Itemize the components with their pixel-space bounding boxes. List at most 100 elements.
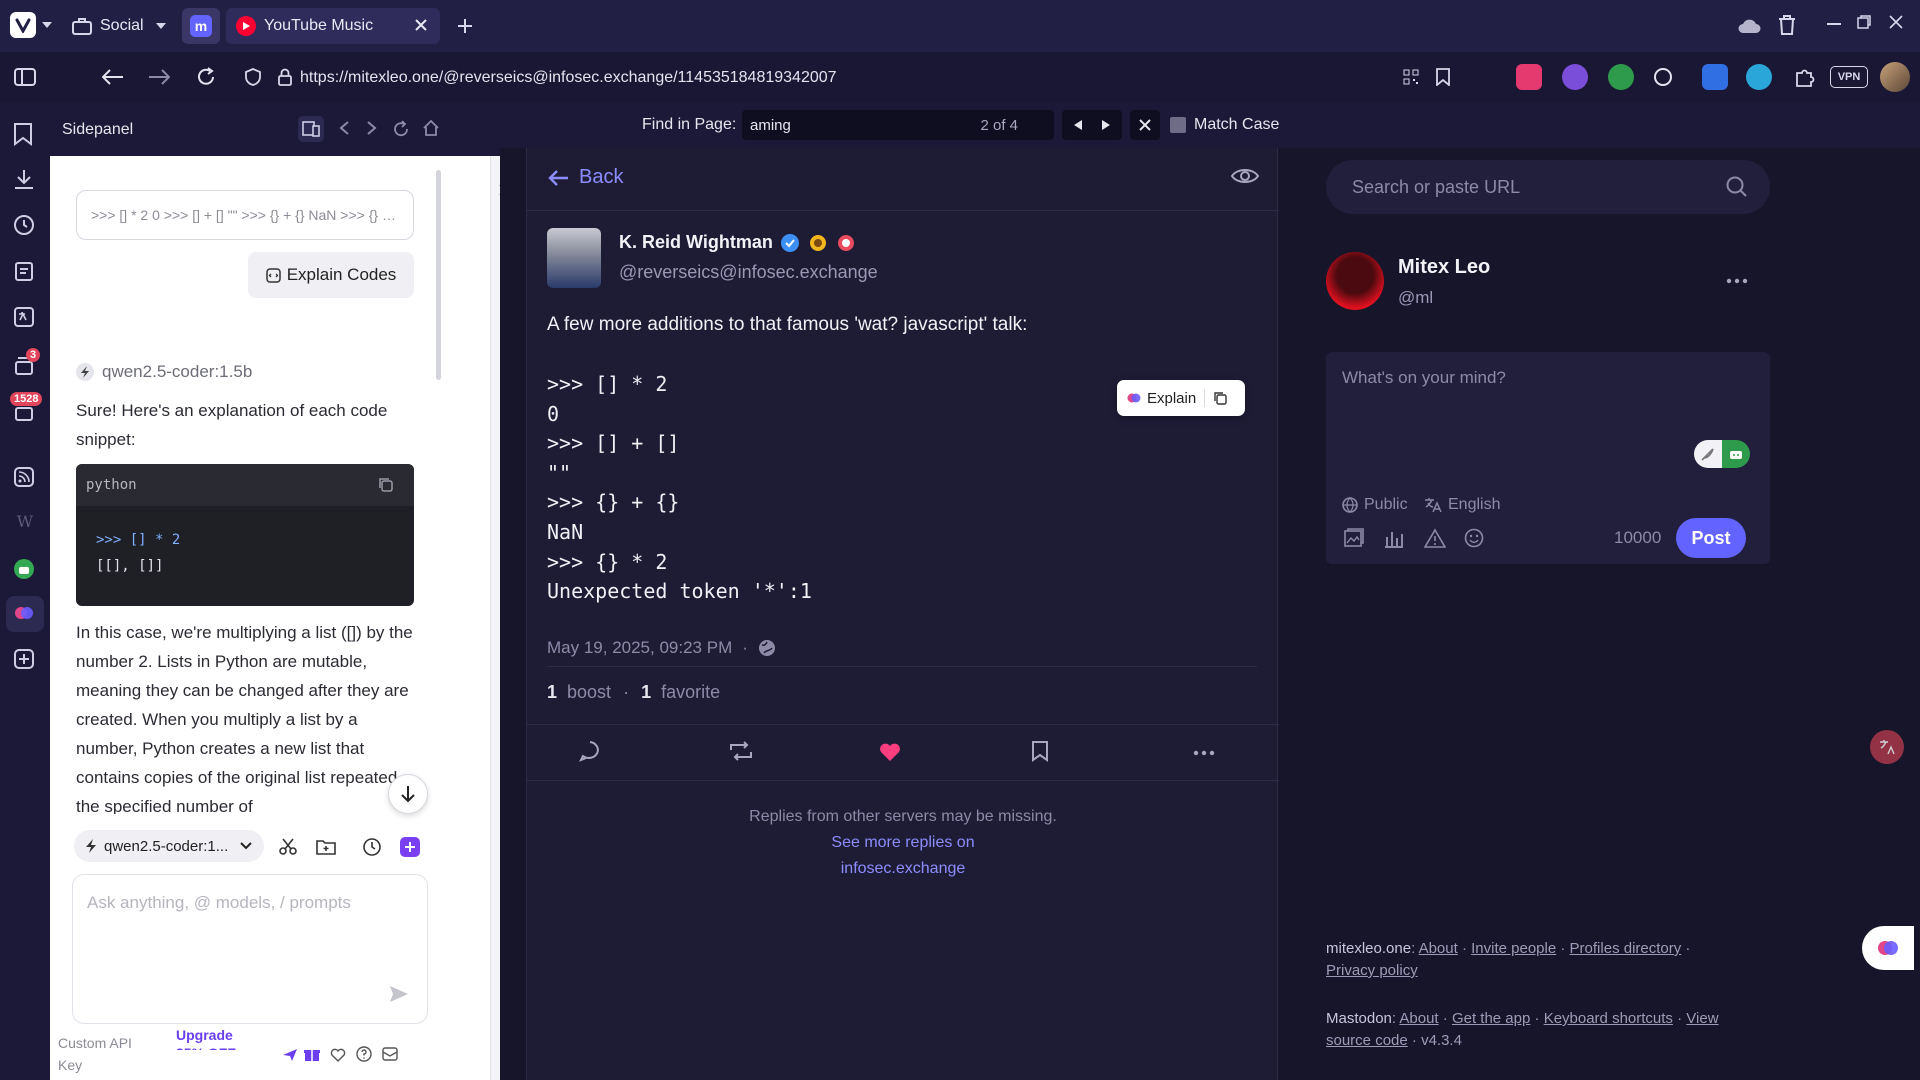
panel-back-icon[interactable] [338, 120, 350, 136]
qr-code-icon[interactable] [1400, 66, 1422, 88]
ai-extension-icon[interactable] [1562, 64, 1588, 90]
cloud-icon[interactable] [1736, 14, 1762, 38]
explain-codes-button[interactable]: Explain Codes [248, 252, 414, 298]
shield-icon[interactable] [242, 66, 264, 88]
panel-home-icon[interactable] [422, 119, 440, 137]
chat-input[interactable]: Ask anything, @ models, / prompts [72, 874, 428, 1024]
password-extension-icon[interactable] [1702, 64, 1728, 90]
feather-icon[interactable] [1694, 440, 1722, 468]
tab-mastodon[interactable]: m [182, 8, 220, 44]
copy-code-icon[interactable] [378, 477, 394, 493]
post-date[interactable]: May 19, 2025, 09:23 PM [547, 638, 732, 658]
profile-avatar[interactable] [1880, 62, 1910, 92]
add-folder-icon[interactable] [316, 838, 336, 856]
author-name-row[interactable]: K. Reid Wightman [619, 232, 855, 253]
see-more-replies-link[interactable]: See more replies on [527, 830, 1279, 856]
downloads-icon[interactable] [13, 168, 37, 192]
favorite-label[interactable]: favorite [661, 682, 720, 703]
author-avatar[interactable] [547, 228, 601, 288]
user-display-name[interactable]: Mitex Leo [1398, 256, 1490, 279]
custom-api-key-link[interactable]: Custom API Key [58, 1032, 138, 1076]
boost-label[interactable]: boost [567, 682, 611, 703]
heart-outline-icon[interactable] [330, 1048, 346, 1062]
match-case-checkbox[interactable] [1170, 117, 1186, 133]
find-previous-icon[interactable] [1074, 120, 1082, 130]
new-chat-icon[interactable] [400, 837, 420, 857]
close-tab-icon[interactable] [414, 18, 428, 32]
bookmark-icon[interactable] [1432, 66, 1454, 88]
minimize-window-icon[interactable] [1822, 12, 1846, 36]
notes-icon[interactable] [13, 260, 37, 284]
model-selector[interactable]: qwen2.5-coder:1... [74, 830, 264, 862]
rss-icon[interactable] [13, 466, 37, 490]
scissors-icon[interactable] [278, 838, 298, 856]
new-tab-icon[interactable] [454, 15, 476, 37]
footer-get-app-link[interactable]: Get the app [1452, 1010, 1530, 1027]
poll-icon[interactable] [1384, 528, 1404, 548]
android-bot-icon[interactable] [1722, 440, 1750, 468]
bookmarks-icon[interactable] [13, 122, 37, 146]
ai-assistant-float-icon[interactable] [1862, 926, 1914, 970]
trash-icon[interactable] [1776, 13, 1798, 37]
visibility-selector[interactable]: Public [1342, 496, 1408, 514]
footer-invite-link[interactable]: Invite people [1471, 940, 1556, 957]
footer-shortcuts-link[interactable]: Keyboard shortcuts [1544, 1010, 1673, 1027]
workspace-switcher[interactable]: Social [72, 8, 166, 44]
panel-toggle-icon[interactable] [12, 65, 38, 89]
footer-mastodon-about-link[interactable]: About [1399, 1010, 1438, 1027]
language-selector[interactable]: English [1424, 496, 1500, 514]
tab-youtube-music[interactable]: YouTube Music [226, 8, 440, 44]
compose-placeholder[interactable]: What's on your mind? [1342, 368, 1506, 388]
find-close-icon[interactable] [1130, 110, 1160, 140]
copy-icon[interactable] [1213, 391, 1227, 405]
timer-extension-icon[interactable] [1654, 68, 1672, 86]
send-icon[interactable] [389, 985, 409, 1003]
restore-window-icon[interactable] [1852, 10, 1876, 34]
translate-float-icon[interactable] [1870, 730, 1904, 764]
gift-icon[interactable] [304, 1046, 320, 1062]
lock-icon[interactable] [274, 66, 296, 88]
close-window-icon[interactable] [1884, 10, 1908, 34]
footer-privacy-link[interactable]: Privacy policy [1326, 962, 1418, 979]
chevron-down-icon[interactable] [40, 16, 54, 34]
back-icon[interactable] [100, 65, 126, 89]
help-icon[interactable] [356, 1046, 372, 1062]
vivaldi-logo-icon[interactable] [10, 12, 36, 38]
account-menu-icon[interactable] [1726, 278, 1748, 284]
gmail-extension-icon[interactable] [1746, 64, 1772, 90]
search-icon[interactable] [1726, 176, 1748, 198]
reply-icon[interactable] [579, 740, 601, 762]
explain-button[interactable]: Explain [1147, 390, 1196, 407]
device-mode-icon[interactable] [298, 116, 324, 142]
panel-forward-icon[interactable] [366, 120, 378, 136]
send-feedback-icon[interactable] [282, 1048, 298, 1062]
ai-brain-icon[interactable] [13, 602, 37, 626]
translate-extension-icon[interactable] [1516, 64, 1542, 90]
history-clock-icon[interactable] [362, 837, 382, 857]
android-icon[interactable] [13, 558, 37, 582]
content-warning-icon[interactable] [1424, 528, 1446, 548]
panel-reload-icon[interactable] [392, 120, 410, 138]
more-options-icon[interactable] [1193, 750, 1215, 756]
author-handle[interactable]: @reverseics@infosec.exchange [619, 262, 878, 283]
upgrade-promo[interactable]: Upgrade 35% OFF [176, 1026, 260, 1050]
history-icon[interactable] [13, 214, 37, 238]
find-input[interactable]: aming 2 of 4 [742, 110, 1054, 140]
emoji-icon[interactable] [1464, 528, 1484, 548]
attach-media-icon[interactable] [1344, 528, 1364, 548]
user-avatar[interactable] [1326, 252, 1384, 310]
android-extension-icon[interactable] [1608, 64, 1634, 90]
eye-icon[interactable] [1231, 166, 1259, 186]
vpn-icon[interactable]: VPN [1830, 66, 1868, 88]
footer-directory-link[interactable]: Profiles directory [1570, 940, 1682, 957]
boost-icon[interactable] [729, 741, 753, 761]
footer-about-link[interactable]: About [1419, 940, 1458, 957]
url-field[interactable]: https://mitexleo.one/@reverseics@infosec… [300, 69, 837, 87]
server-link[interactable]: infosec.exchange [527, 856, 1279, 882]
back-link[interactable]: Back [547, 166, 623, 189]
forward-icon[interactable] [146, 65, 172, 89]
extensions-puzzle-icon[interactable] [1792, 64, 1818, 90]
translate-icon[interactable] [13, 306, 37, 330]
message-icon[interactable] [382, 1047, 398, 1061]
scrollbar[interactable] [436, 170, 441, 380]
